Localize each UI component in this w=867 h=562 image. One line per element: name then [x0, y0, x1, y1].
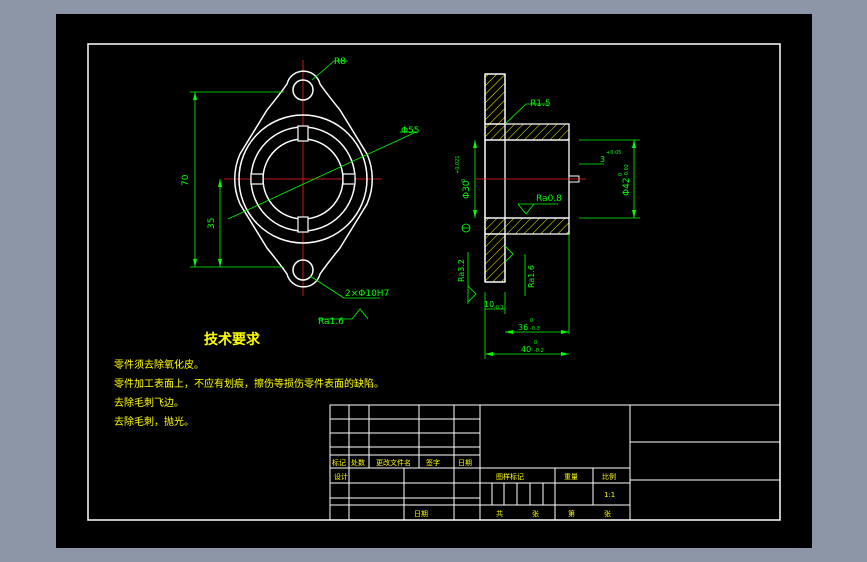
tb-total: 共	[496, 509, 503, 518]
inner-frame	[87, 43, 781, 521]
dim-36-tol-bot: -0.3	[530, 326, 540, 332]
tb-signature: 签字	[426, 458, 440, 467]
slot-left	[250, 173, 264, 185]
drawing-sheet: 70 35 R8 Φ55 2×Φ10H7 Ra1.6 R1.5 Ra0.8 Φ3…	[56, 14, 812, 548]
dim-d55: Φ55	[401, 126, 420, 136]
tb-scale: 比例	[602, 472, 616, 481]
ra16-left: Ra1.6	[318, 317, 344, 327]
dim-3: 3	[600, 155, 605, 164]
tb-date: 日期	[458, 459, 472, 467]
tb-designer: 设计	[334, 472, 348, 481]
ra16-right: Ra1.6	[527, 265, 536, 288]
tb-mark: 标记	[332, 458, 346, 467]
tb-sheet-unit: 张	[532, 509, 539, 518]
front-view: 70 35 R8 Φ55 2×Φ10H7 Ra1.6	[181, 57, 420, 327]
dim-40-tol-bot: -0.2	[534, 348, 544, 354]
dim-70: 70	[181, 174, 191, 186]
dim-d30-tol-top: +0.021	[455, 155, 461, 174]
tb-count: 处数	[351, 458, 365, 467]
section-view: R1.5 Ra0.8 Φ30 +0.021 0 3 +0.05 Φ42 0 -0…	[455, 73, 640, 359]
dim-d30-tol-bot: 0	[461, 179, 467, 182]
dim-10-tol: -0.1	[494, 305, 504, 311]
dim-d42: Φ42	[622, 177, 632, 196]
dim-r8: R8	[334, 57, 346, 67]
dim-40: 40	[521, 345, 531, 354]
dim-36: 36	[518, 323, 528, 332]
tb-page-no: 第	[568, 509, 575, 518]
tb-date2: 日期	[414, 510, 428, 518]
tb-page-unit: 张	[604, 509, 611, 518]
dim-holes: 2×Φ10H7	[345, 289, 389, 299]
title-block-labels: 标记 处数 更改文件名 签字 日期 设计 日期 图样标记 重量 比例 1:1 共…	[332, 458, 616, 518]
tb-stage-mark: 图样标记	[496, 472, 524, 481]
dim-r15: R1.5	[530, 99, 551, 109]
slot-bottom	[297, 216, 309, 233]
ra08: Ra0.8	[536, 194, 562, 204]
tech-line-3: 去除毛刺飞边。	[114, 396, 184, 409]
tech-title: 技术要求	[204, 331, 261, 348]
dim-3-tol: +0.05	[606, 150, 621, 156]
dim-d30: Φ30	[462, 180, 472, 199]
tech-line-2: 零件加工表面上，不应有划痕，擦伤等损伤零件表面的缺陷。	[114, 377, 384, 390]
cad-drawing: 70 35 R8 Φ55 2×Φ10H7 Ra1.6 R1.5 Ra0.8 Φ3…	[87, 43, 781, 521]
tech-line-4: 去除毛刺，抛光。	[114, 415, 194, 428]
dim-36-tol-top: 0	[530, 318, 533, 324]
ra32: Ra3.2	[457, 259, 466, 282]
tb-scale-value: 1:1	[604, 491, 615, 499]
dim-40-tol-top: 0	[534, 340, 537, 346]
slot-top	[297, 125, 309, 142]
technical-requirements: 技术要求 零件须去除氧化皮。 零件加工表面上，不应有划痕，擦伤等损伤零件表面的缺…	[114, 331, 384, 428]
dim-35: 35	[207, 218, 217, 229]
tb-weight: 重量	[564, 473, 578, 481]
slot-right	[342, 173, 356, 185]
tech-line-1: 零件须去除氧化皮。	[114, 358, 204, 371]
dim-10: 10	[484, 300, 494, 309]
tb-change-doc: 更改文件名	[376, 458, 411, 467]
dim-d42-tol-bot: -0.02	[624, 164, 630, 177]
